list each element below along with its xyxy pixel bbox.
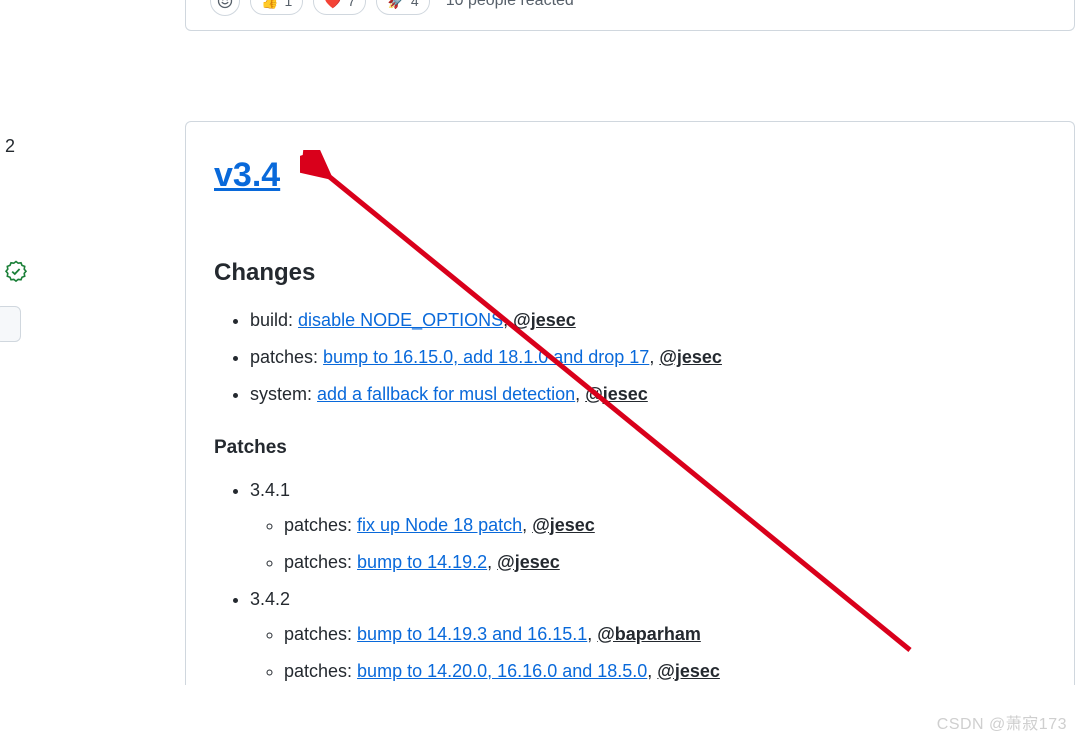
user-mention[interactable]: @jesec [497,552,560,572]
change-prefix: patches: [284,552,357,572]
user-mention[interactable]: @jesec [532,515,595,535]
patch-version: 3.4.1 [250,480,290,500]
patch-sublist: patches: bump to 14.19.3 and 16.15.1, @b… [250,621,1046,685]
list-item: patches: bump to 16.15.0, add 18.1.0 and… [250,344,1046,371]
release-card: v3.4 Changes build: disable NODE_OPTIONS… [185,121,1075,685]
list-item: patches: bump to 14.19.2, @jesec [284,549,1046,576]
release-title-link[interactable]: v3.4 [214,150,280,201]
patches-list: 3.4.1 patches: fix up Node 18 patch, @je… [214,477,1046,685]
change-link[interactable]: fix up Node 18 patch [357,515,522,535]
change-prefix: patches: [284,515,357,535]
change-link[interactable]: bump to 14.19.2 [357,552,487,572]
button-stub[interactable] [0,306,21,342]
user-mention[interactable]: @jesec [585,384,648,404]
list-item: 3.4.2 patches: bump to 14.19.3 and 16.15… [250,586,1046,685]
heart-icon: ❤️ [324,0,341,12]
reaction-count: 4 [411,0,419,12]
list-item: patches: bump to 14.19.3 and 16.15.1, @b… [284,621,1046,648]
change-link[interactable]: bump to 14.20.0, 16.16.0 and 18.5.0 [357,661,647,681]
watermark: CSDN @萧寂173 [937,713,1067,737]
main-content: 👍 1 ❤️ 7 🚀 4 10 people reacted v3.4 Chan… [185,0,1075,745]
list-item: patches: fix up Node 18 patch, @jesec [284,512,1046,539]
reaction-summary: 10 people reacted [446,0,574,13]
change-prefix: build: [250,310,298,330]
change-link[interactable]: add a fallback for musl detection [317,384,575,404]
change-prefix: patches: [284,661,357,681]
patches-heading: Patches [214,434,1046,463]
reaction-count: 1 [284,0,292,12]
sidebar-column: 2 [0,0,185,745]
change-prefix: patches: [250,347,323,367]
list-item: 3.4.1 patches: fix up Node 18 patch, @je… [250,477,1046,576]
change-link[interactable]: disable NODE_OPTIONS [298,310,503,330]
change-link[interactable]: bump to 16.15.0, add 18.1.0 and drop 17 [323,347,649,367]
reaction-rocket[interactable]: 🚀 4 [376,0,429,15]
list-item: patches: bump to 14.20.0, 16.16.0 and 18… [284,658,1046,685]
list-item: system: add a fallback for musl detectio… [250,381,1046,408]
user-mention[interactable]: @jesec [657,661,720,681]
reaction-heart[interactable]: ❤️ 7 [313,0,366,15]
reactions-bar: 👍 1 ❤️ 7 🚀 4 10 people reacted [210,0,1050,16]
change-link[interactable]: bump to 14.19.3 and 16.15.1 [357,624,587,644]
reaction-thumbsup[interactable]: 👍 1 [250,0,303,15]
changes-list: build: disable NODE_OPTIONS, @jesec patc… [214,307,1046,408]
user-mention[interactable]: @jesec [659,347,722,367]
tag-count: 2 [5,133,15,160]
rocket-icon: 🚀 [387,0,404,12]
reaction-count: 7 [348,0,356,12]
user-mention[interactable]: @jesec [513,310,576,330]
thumbsup-icon: 👍 [261,0,278,12]
verified-icon[interactable] [4,260,28,284]
previous-release-card: 👍 1 ❤️ 7 🚀 4 10 people reacted [185,0,1075,31]
add-reaction-button[interactable] [210,0,240,16]
user-mention[interactable]: @baparham [597,624,701,644]
patch-version: 3.4.2 [250,589,290,609]
change-prefix: system: [250,384,317,404]
change-prefix: patches: [284,624,357,644]
changes-heading: Changes [214,255,1046,291]
patch-sublist: patches: fix up Node 18 patch, @jesec pa… [250,512,1046,576]
list-item: build: disable NODE_OPTIONS, @jesec [250,307,1046,334]
